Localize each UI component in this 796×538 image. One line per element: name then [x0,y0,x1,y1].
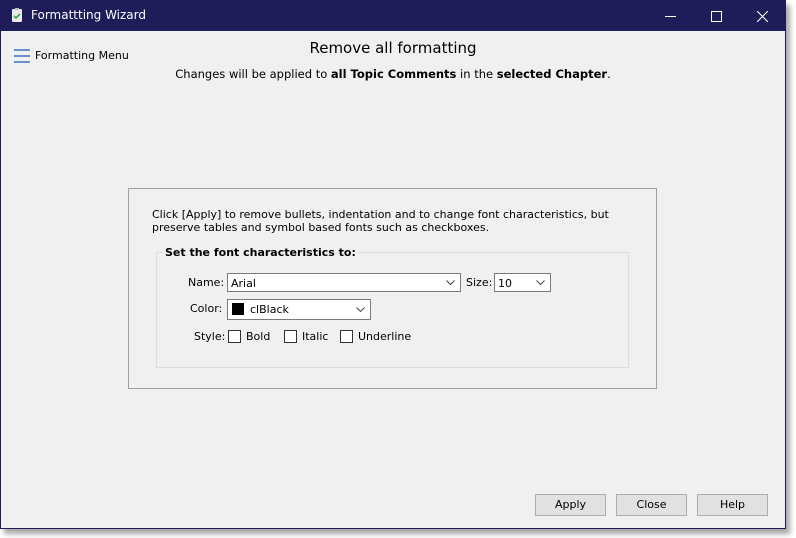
window-title: Formattting Wizard [31,8,146,22]
close-window-button[interactable] [739,1,785,31]
size-label: Size: [466,276,493,289]
underline-label: Underline [358,330,412,343]
font-name-value: Arial [231,277,256,290]
close-icon [757,11,768,22]
minimize-icon [665,16,676,17]
maximize-icon [711,11,722,22]
font-name-select[interactable]: Arial [227,273,461,292]
checkbox-box[interactable] [340,330,353,343]
clipboard-check-icon [12,8,22,22]
minimize-button[interactable] [647,1,693,31]
font-color-value: clBlack [250,303,289,316]
chevron-down-icon [446,280,455,285]
options-panel: Click [Apply] to remove bullets, indenta… [128,188,657,389]
subtitle-text: in the [456,67,497,81]
italic-checkbox[interactable]: Italic [284,330,328,343]
chevron-down-icon [536,280,545,285]
help-button[interactable]: Help [697,494,768,516]
color-label: Color: [190,302,223,315]
checkbox-box[interactable] [228,330,241,343]
close-button[interactable]: Close [616,494,687,516]
subtitle-scope: all Topic Comments [330,67,457,81]
subtitle-text: . [607,67,611,81]
bold-checkbox[interactable]: Bold [228,330,270,343]
bold-label: Bold [246,330,271,343]
formatting-wizard-window: Formattting Wizard Formatting Menu Remov… [0,0,786,529]
chevron-down-icon [356,307,365,312]
page-subtitle: Changes will be applied to all Topic Com… [1,67,785,81]
font-characteristics-group: Set the font characteristics to: Name: A… [156,246,629,368]
font-color-select[interactable]: clBlack [227,299,371,320]
maximize-button[interactable] [693,1,739,31]
apply-button[interactable]: Apply [535,494,606,516]
italic-label: Italic [302,330,329,343]
page-title: Remove all formatting [309,39,477,57]
underline-checkbox[interactable]: Underline [340,330,411,343]
subtitle-target: selected Chapter [496,67,608,81]
subtitle-text: Changes will be applied to [175,67,331,81]
color-swatch [232,303,244,315]
font-size-select[interactable]: 10 [494,273,551,292]
checkbox-box[interactable] [284,330,297,343]
font-size-value: 10 [498,277,512,290]
panel-description: Click [Apply] to remove bullets, indenta… [152,208,609,234]
title-bar[interactable]: Formattting Wizard [1,1,785,31]
style-label: Style: [194,330,226,343]
name-label: Name: [188,276,225,289]
group-label: Set the font characteristics to: [163,246,358,259]
